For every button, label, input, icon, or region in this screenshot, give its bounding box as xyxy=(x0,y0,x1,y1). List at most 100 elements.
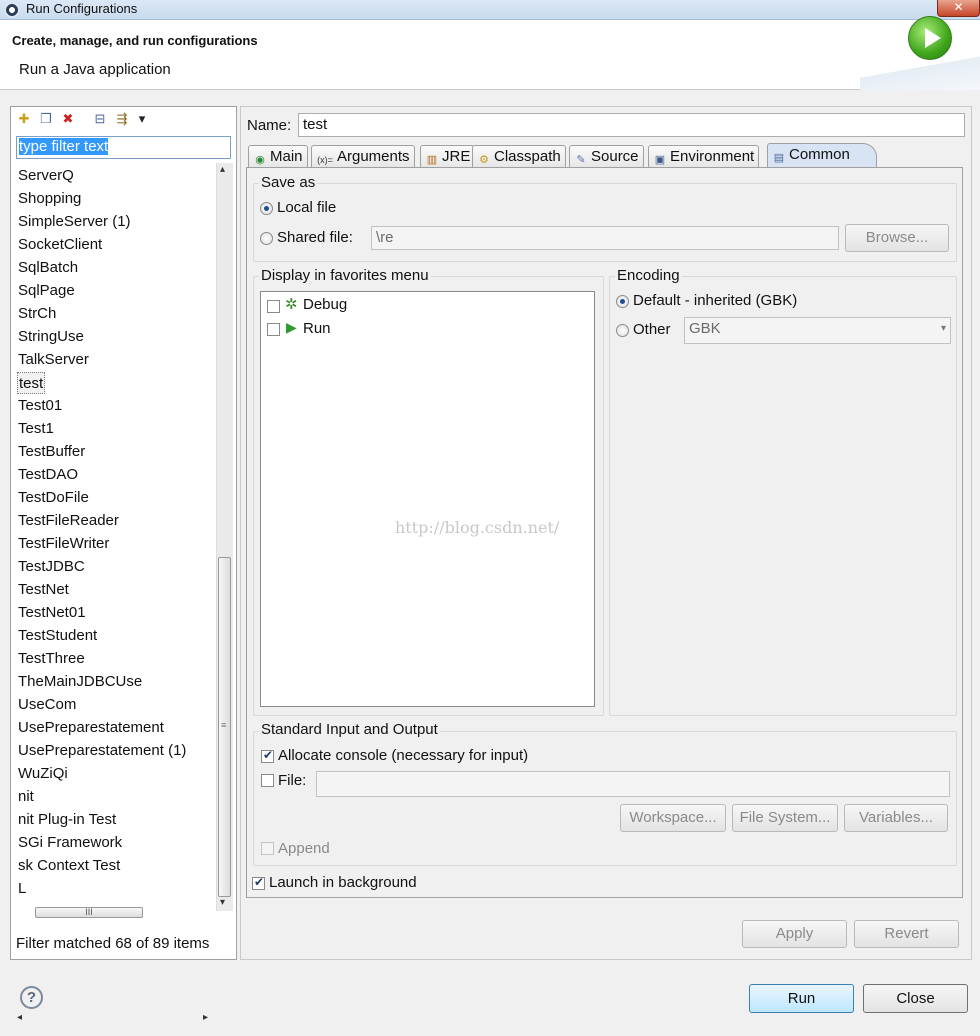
run-large-icon xyxy=(908,16,952,60)
list-item[interactable]: TestFileReader xyxy=(18,510,119,532)
list-item[interactable]: TalkServer xyxy=(18,349,89,371)
variables-button[interactable]: Variables... xyxy=(844,804,948,832)
favorites-list[interactable]: ✲ Debug ▶ Run xyxy=(260,291,595,707)
common-tab-icon: ▤ xyxy=(773,152,785,164)
output-file-input[interactable] xyxy=(316,771,950,797)
browse-button[interactable]: Browse... xyxy=(845,224,949,252)
launch-background-checkbox[interactable] xyxy=(252,875,265,890)
list-item[interactable]: SimpleServer (1) xyxy=(18,211,131,233)
tab-label: Main xyxy=(270,148,303,165)
source-tab-icon: ✎ xyxy=(576,154,586,166)
vertical-scroll-thumb[interactable]: ≡ xyxy=(218,557,231,897)
scroll-up-icon[interactable]: ▴ xyxy=(220,164,225,175)
jre-tab-icon: ▥ xyxy=(426,154,438,166)
tab-arguments[interactable]: (x)= Arguments xyxy=(311,145,415,168)
dialog-header: Create, manage, and run configurations R… xyxy=(0,20,980,90)
list-item[interactable]: SGi Framework xyxy=(18,832,122,854)
list-item[interactable]: StrCh xyxy=(18,303,56,325)
tab-classpath[interactable]: ⚙ Classpath xyxy=(472,145,566,168)
tab-label: Source xyxy=(591,148,639,165)
default-encoding-radio[interactable] xyxy=(616,295,629,308)
tree-toolbar: ✚ ❐ ✖ ⊟ ⇶ ▾ xyxy=(11,107,236,133)
list-item[interactable]: TestBuffer xyxy=(18,441,85,463)
apply-button[interactable]: Apply xyxy=(742,920,847,948)
new-config-icon[interactable]: ✚ xyxy=(17,112,31,126)
list-item[interactable]: StringUse xyxy=(18,326,84,348)
collapse-all-icon[interactable]: ⊟ xyxy=(93,112,107,126)
shared-file-label: Shared file: xyxy=(277,229,353,246)
main-tab-icon: ◉ xyxy=(255,154,265,166)
list-item[interactable]: TestDoFile xyxy=(18,487,89,509)
shared-file-radio[interactable] xyxy=(260,232,273,245)
tab-common[interactable]: ▤ Common xyxy=(767,143,877,168)
list-item[interactable]: UsePreparestatement xyxy=(18,717,164,739)
header-subtitle: Run a Java application xyxy=(19,61,171,78)
list-item[interactable]: SocketClient xyxy=(18,234,102,256)
tab-label: Arguments xyxy=(337,148,410,165)
list-item[interactable]: UseCom xyxy=(18,694,76,716)
list-item[interactable]: nit xyxy=(18,786,34,808)
run-icon: ▶ xyxy=(286,319,297,335)
append-checkbox[interactable] xyxy=(261,842,274,855)
allocate-console-label: Allocate console (necessary for input) xyxy=(278,747,529,764)
tab-main[interactable]: ◉ Main xyxy=(248,145,308,168)
list-item[interactable]: TestFileWriter xyxy=(18,533,109,555)
filter-input[interactable]: type filter text xyxy=(16,136,231,159)
scroll-down-icon[interactable]: ▾ xyxy=(220,897,225,908)
list-item[interactable]: sk Context Test xyxy=(18,855,120,877)
configuration-list[interactable]: ServerQ Shopping SimpleServer (1) SocketCli… xyxy=(11,163,216,913)
local-file-label: Local file xyxy=(277,199,337,216)
list-item[interactable]: L xyxy=(18,878,26,900)
chevron-down-icon: ▾ xyxy=(940,323,946,334)
encoding-select[interactable]: GBK ▾ xyxy=(684,317,951,344)
scroll-left-icon[interactable]: ◂ xyxy=(17,1012,22,1023)
tab-label: Common xyxy=(789,146,850,163)
window-close-button[interactable]: ✕ xyxy=(937,0,980,17)
list-item[interactable]: TestStudent xyxy=(18,625,97,647)
favorite-debug-label: Debug xyxy=(303,296,348,313)
list-item[interactable]: Shopping xyxy=(18,188,81,210)
list-item[interactable]: TestNet xyxy=(18,579,69,601)
duplicate-icon[interactable]: ❐ xyxy=(39,112,53,126)
list-item[interactable]: TestNet01 xyxy=(18,602,86,624)
list-item[interactable]: nit Plug-in Test xyxy=(18,809,116,831)
output-file-checkbox[interactable] xyxy=(261,774,274,787)
list-item[interactable]: ServerQ xyxy=(18,165,74,187)
list-item[interactable]: SqlBatch xyxy=(18,257,78,279)
favorite-run-checkbox[interactable] xyxy=(267,323,280,336)
tab-environment[interactable]: ▣ Environment xyxy=(648,145,760,168)
tab-jre[interactable]: ▥ JRE xyxy=(420,145,476,168)
list-item[interactable]: Test01 xyxy=(18,395,62,417)
dropdown-arrow-icon[interactable]: ▾ xyxy=(135,112,149,126)
list-item[interactable]: test xyxy=(17,372,46,394)
list-item[interactable]: Test1 xyxy=(18,418,54,440)
other-encoding-radio[interactable] xyxy=(616,324,629,337)
delete-icon[interactable]: ✖ xyxy=(61,112,75,126)
file-system-button[interactable]: File System... xyxy=(732,804,838,832)
favorite-debug-checkbox[interactable] xyxy=(267,300,280,313)
tab-source[interactable]: ✎ Source xyxy=(569,145,644,168)
horizontal-scroll-thumb[interactable]: III xyxy=(35,907,143,918)
watermark: http://blog.csdn.net/ xyxy=(395,518,560,537)
list-item[interactable]: TheMainJDBCUse xyxy=(18,671,142,693)
default-encoding-label: Default - inherited (GBK) xyxy=(633,292,798,309)
filter-icon[interactable]: ⇶ xyxy=(115,112,129,126)
list-item[interactable]: TestDAO xyxy=(18,464,78,486)
workspace-button[interactable]: Workspace... xyxy=(620,804,726,832)
help-icon[interactable]: ? xyxy=(20,986,43,1009)
allocate-console-checkbox[interactable] xyxy=(261,748,274,763)
scroll-right-icon[interactable]: ▸ xyxy=(203,1012,208,1023)
list-item[interactable]: TestJDBC xyxy=(18,556,85,578)
close-button[interactable]: Close xyxy=(863,984,968,1013)
list-item[interactable]: UsePreparestatement (1) xyxy=(18,740,186,762)
local-file-radio[interactable] xyxy=(260,202,273,215)
list-item[interactable]: TestThree xyxy=(18,648,85,670)
shared-file-input[interactable]: \re xyxy=(371,226,839,250)
list-item[interactable]: WuZiQi xyxy=(18,763,68,785)
std-io-title: Standard Input and Output xyxy=(259,721,440,738)
name-input[interactable]: test xyxy=(298,113,965,137)
run-button[interactable]: Run xyxy=(749,984,854,1013)
revert-button[interactable]: Revert xyxy=(854,920,959,948)
debug-icon: ✲ xyxy=(285,296,298,313)
list-item[interactable]: SqlPage xyxy=(18,280,75,302)
